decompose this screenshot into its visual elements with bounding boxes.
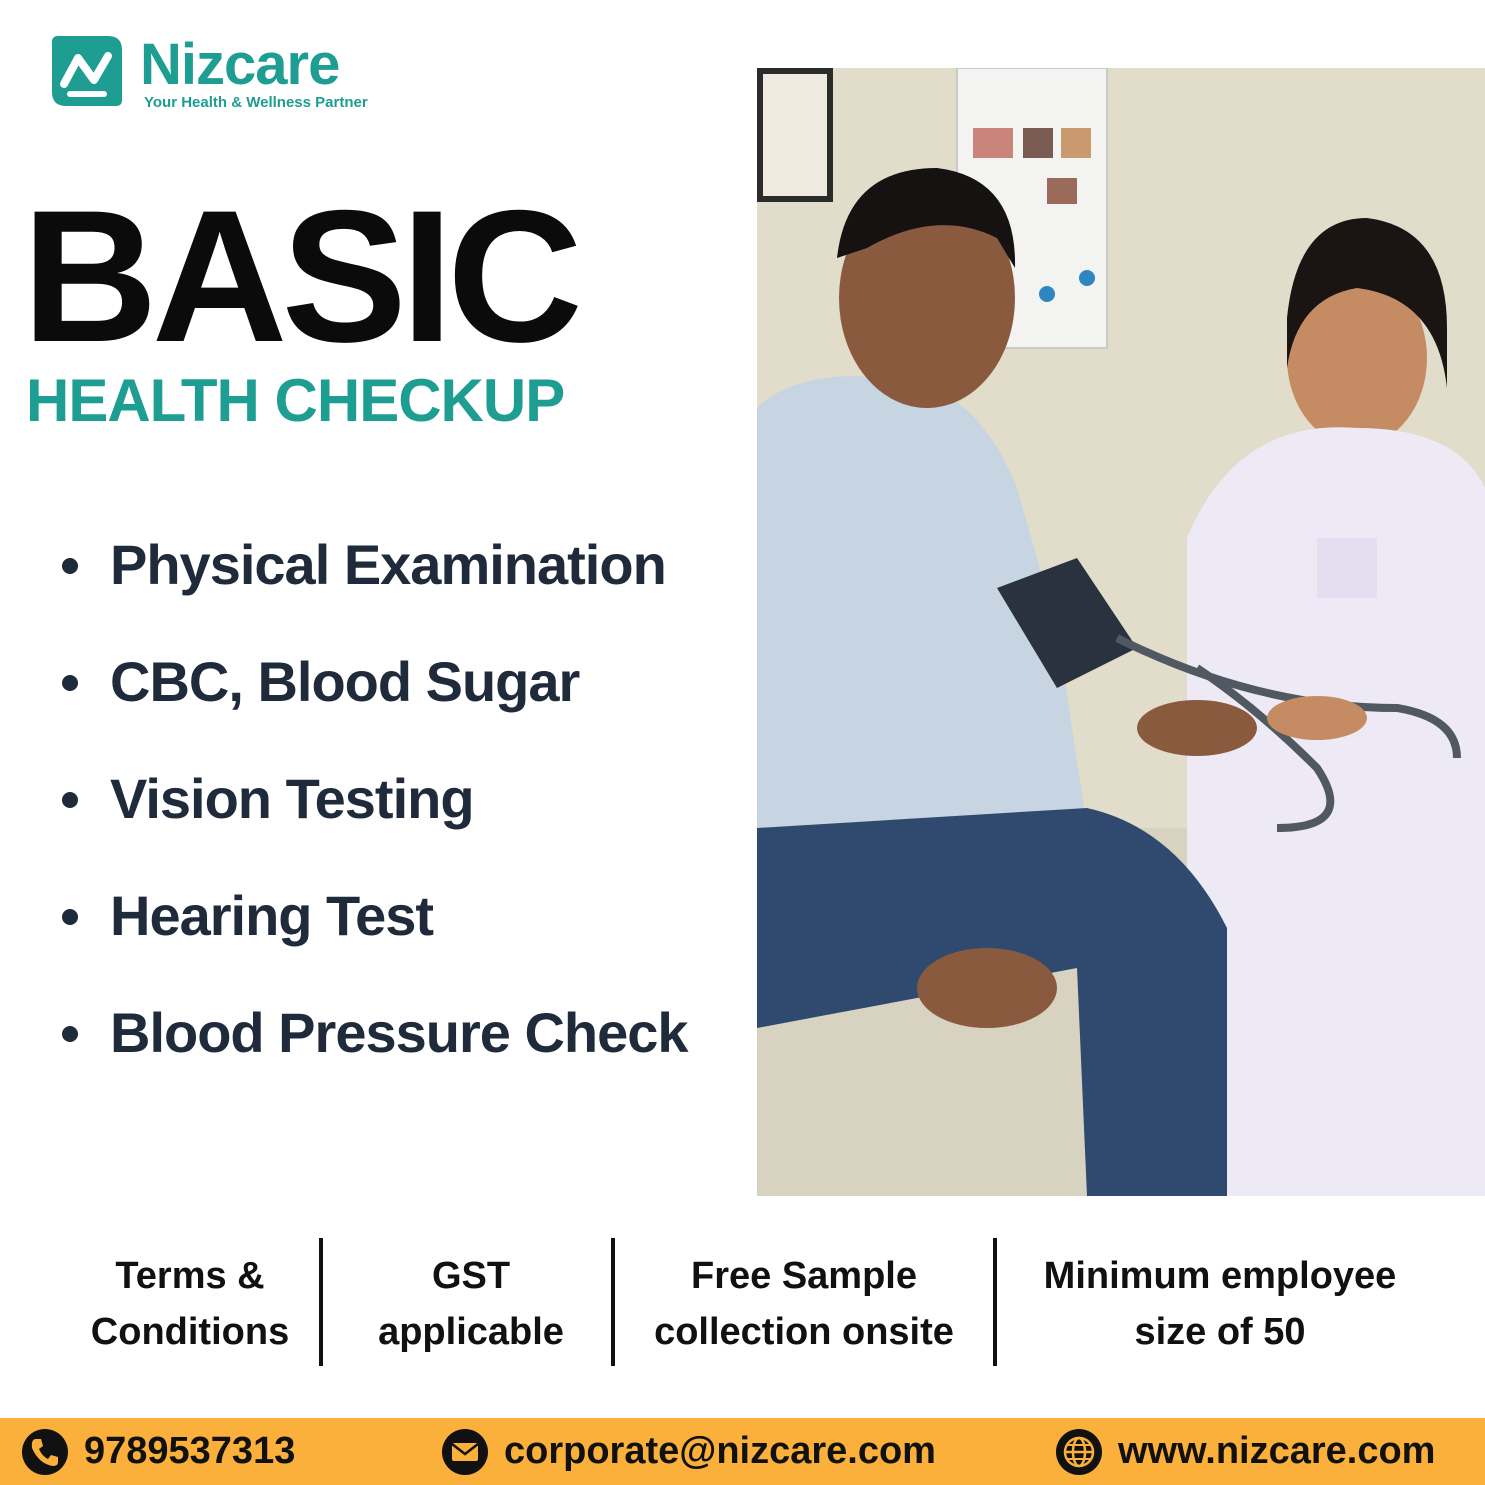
term-line: applicable bbox=[378, 1311, 564, 1353]
term-line: collection onsite bbox=[654, 1311, 954, 1353]
bullet-icon bbox=[62, 792, 78, 808]
contact-website[interactable]: www.nizcare.com bbox=[1054, 1418, 1435, 1485]
divider bbox=[993, 1238, 997, 1366]
term-line: size of 50 bbox=[1134, 1311, 1306, 1353]
bullet-icon bbox=[62, 1026, 78, 1042]
subheadline: HEALTH CHECKUP bbox=[26, 367, 565, 434]
contact-bar: 9789537313 corporate@nizcare.com www.niz… bbox=[0, 1418, 1485, 1485]
contact-phone[interactable]: 9789537313 bbox=[20, 1418, 295, 1485]
term-sample: Free Sample collection onsite bbox=[620, 1248, 988, 1360]
globe-icon bbox=[1056, 1428, 1102, 1475]
logo-mark-icon bbox=[52, 36, 122, 106]
website-url: www.nizcare.com bbox=[1118, 1430, 1436, 1472]
feature-text: Physical Examination bbox=[110, 533, 667, 596]
divider bbox=[611, 1238, 615, 1366]
checkup-photo bbox=[757, 68, 1485, 1196]
term-line: Free Sample bbox=[691, 1255, 917, 1297]
headline: BASIC bbox=[22, 171, 583, 381]
brand-name: Nizcare bbox=[140, 32, 340, 97]
contact-email[interactable]: corporate@nizcare.com bbox=[440, 1418, 936, 1485]
feature-text: Blood Pressure Check bbox=[110, 1001, 689, 1064]
feature-text: CBC, Blood Sugar bbox=[110, 650, 580, 713]
divider bbox=[319, 1238, 323, 1366]
term-line: Conditions bbox=[90, 1311, 290, 1353]
term-minimum: Minimum employee size of 50 bbox=[1004, 1248, 1436, 1360]
bullet-icon bbox=[62, 909, 78, 925]
brand-tagline: Your Health & Wellness Partner bbox=[144, 94, 368, 111]
term-line: Terms & bbox=[115, 1255, 265, 1297]
bullet-icon bbox=[62, 675, 78, 691]
bullet-icon bbox=[62, 558, 78, 574]
terms-row: Terms & Conditions GST applicable Free S… bbox=[60, 1238, 1460, 1368]
term-gst: GST applicable bbox=[334, 1248, 608, 1360]
photo-illustration bbox=[757, 68, 1485, 1196]
term-line: GST bbox=[431, 1255, 511, 1297]
email-address: corporate@nizcare.com bbox=[504, 1430, 936, 1472]
term-conditions: Terms & Conditions bbox=[60, 1248, 320, 1360]
feature-text: Vision Testing bbox=[110, 767, 475, 830]
brand-logo: Nizcare Your Health & Wellness Partner bbox=[48, 34, 378, 114]
feature-text: Hearing Test bbox=[110, 884, 434, 947]
term-line: Minimum employee bbox=[1043, 1255, 1397, 1297]
phone-icon bbox=[22, 1428, 68, 1475]
mail-icon bbox=[442, 1428, 488, 1475]
phone-number: 9789537313 bbox=[84, 1430, 296, 1472]
